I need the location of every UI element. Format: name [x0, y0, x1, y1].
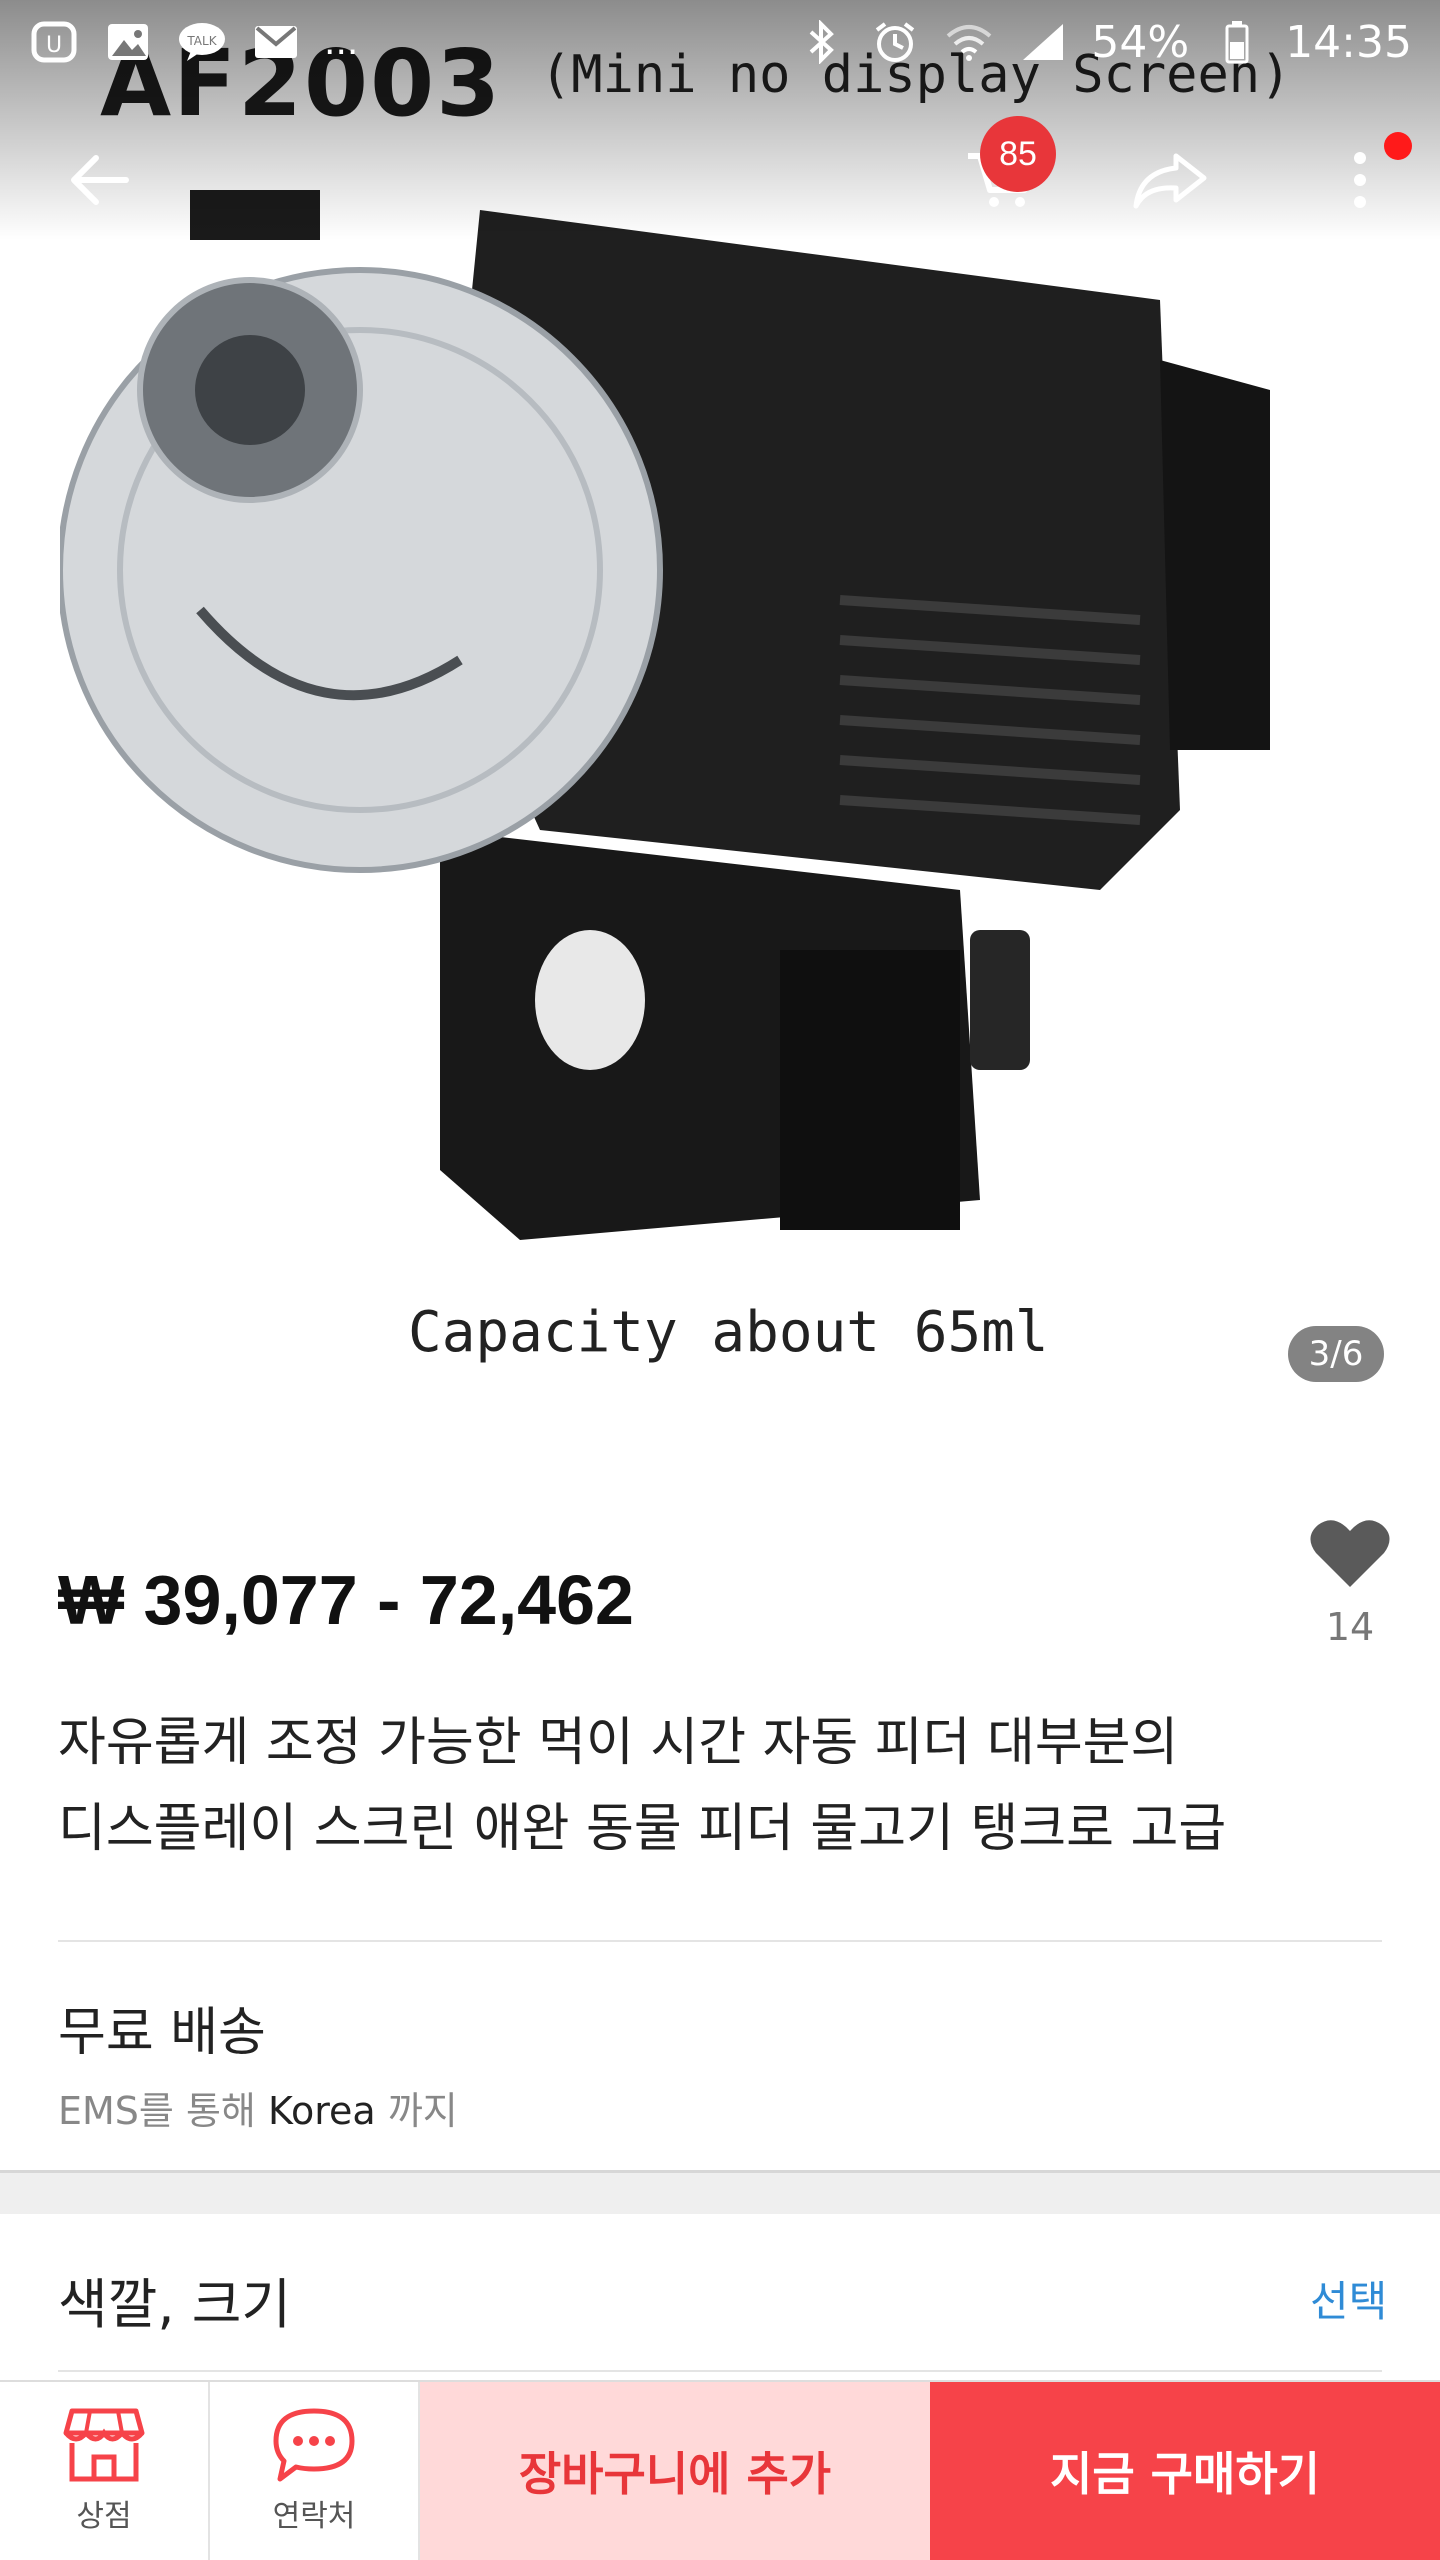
shipping-subtitle: EMS를 통해 Korea 까지 [58, 2080, 458, 2135]
product-image [60, 190, 1270, 1240]
share-arrow-icon [1133, 153, 1207, 209]
gallery-page-indicator: 3/6 [1288, 1326, 1384, 1382]
buy-now-button[interactable]: 지금 구매하기 [930, 2382, 1440, 2560]
store-label: 상점 [76, 2499, 132, 2534]
status-bar: U TALK ... 54% 14:35 [0, 0, 1440, 84]
product-title-line-2: 디스플레이 스크린 애완 동물 피더 물고기 탱크로 고급 [58, 1799, 1227, 1859]
svg-text:TALK: TALK [186, 34, 217, 48]
contact-label: 연락처 [272, 2499, 356, 2534]
chat-bubble-icon [273, 2408, 355, 2482]
share-button[interactable] [1110, 120, 1230, 240]
store-icon [63, 2408, 145, 2482]
store-button[interactable]: 상점 [0, 2382, 210, 2560]
alarm-icon [869, 20, 921, 64]
signal-icon [1017, 20, 1069, 64]
shipping-destination: Korea [267, 2089, 376, 2133]
notification-dot [1384, 132, 1412, 160]
options-title: 색깔, 크기 [58, 2273, 292, 2336]
cart-button[interactable]: 85 [940, 116, 1060, 240]
shipping-title: 무료 배송 [58, 2003, 266, 2063]
wishlist-count: 14 [1325, 1605, 1375, 1649]
section-separator [0, 2170, 1440, 2214]
battery-icon [1211, 20, 1263, 64]
price-range: ₩ 39,077 - 72,462 [58, 1561, 634, 1639]
mail-notification-icon [250, 20, 302, 64]
contact-button[interactable]: 연락처 [210, 2382, 420, 2560]
wishlist-button[interactable]: 14 [1300, 1515, 1400, 1649]
product-title-line-1: 자유롭게 조정 가능한 먹이 시간 자동 피더 대부분의 [58, 1713, 1179, 1773]
heart-icon [1310, 1520, 1390, 1587]
svg-text:U: U [46, 33, 62, 58]
talk-notification-icon: TALK [176, 20, 228, 64]
bluetooth-icon [795, 20, 847, 64]
back-button[interactable] [38, 120, 158, 240]
bottom-action-bar: 상점 연락처 장바구니에 추가 지금 구매하기 [0, 2380, 1440, 2560]
image-caption-text: Capacity about 65ml [408, 1300, 1049, 1365]
options-select-link[interactable]: 선택 [1310, 2268, 1387, 2329]
add-to-cart-button[interactable]: 장바구니에 추가 [420, 2382, 930, 2560]
product-title: 자유롭게 조정 가능한 먹이 시간 자동 피더 대부분의 디스플레이 스크린 애… [58, 1700, 1378, 1872]
app-notification-icon: U [28, 20, 80, 64]
vertical-dots-icon [1354, 152, 1366, 208]
top-app-bar: 85 [0, 116, 1440, 250]
divider [58, 1940, 1382, 1942]
battery-percent: 54% [1091, 16, 1190, 68]
gallery-notification-icon [102, 20, 154, 64]
shipping-via-suffix: 까지 [387, 2089, 458, 2133]
cart-count-badge: 85 [980, 116, 1056, 192]
divider [58, 2370, 1382, 2372]
clock-time: 14:35 [1285, 16, 1412, 68]
arrow-left-icon [71, 155, 129, 205]
wifi-icon [943, 20, 995, 64]
more-notifications-indicator: ... [324, 21, 359, 63]
shipping-via-prefix: EMS를 통해 [58, 2089, 256, 2133]
more-options-button[interactable] [1300, 120, 1420, 240]
